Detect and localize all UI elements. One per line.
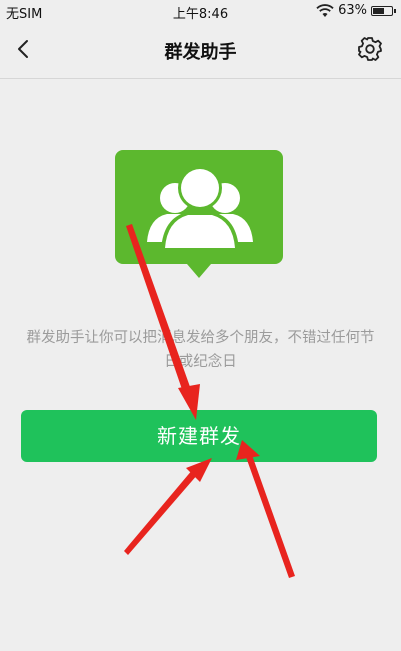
description-text: 群发助手让你可以把消息发给多个朋友，不错过任何节日或纪念日 [26,330,375,370]
page-title: 群发助手 [164,42,237,63]
arrow-icon [124,469,198,555]
battery-icon [371,5,396,16]
nav-bar: 群发助手 [0,22,401,79]
new-broadcast-button[interactable]: 新建群发 [21,410,377,462]
settings-button[interactable] [357,36,383,62]
group-message-illustration [115,150,283,280]
group-people-icon [115,150,283,278]
battery-fill [373,7,384,14]
battery-percent: 63% [338,3,367,18]
arrow-icon [246,455,295,578]
status-right-group: 63% [316,3,396,18]
gear-icon [358,37,382,61]
status-bar: 无SIM 上午8:46 63% [0,0,401,22]
wifi-icon [316,3,334,17]
